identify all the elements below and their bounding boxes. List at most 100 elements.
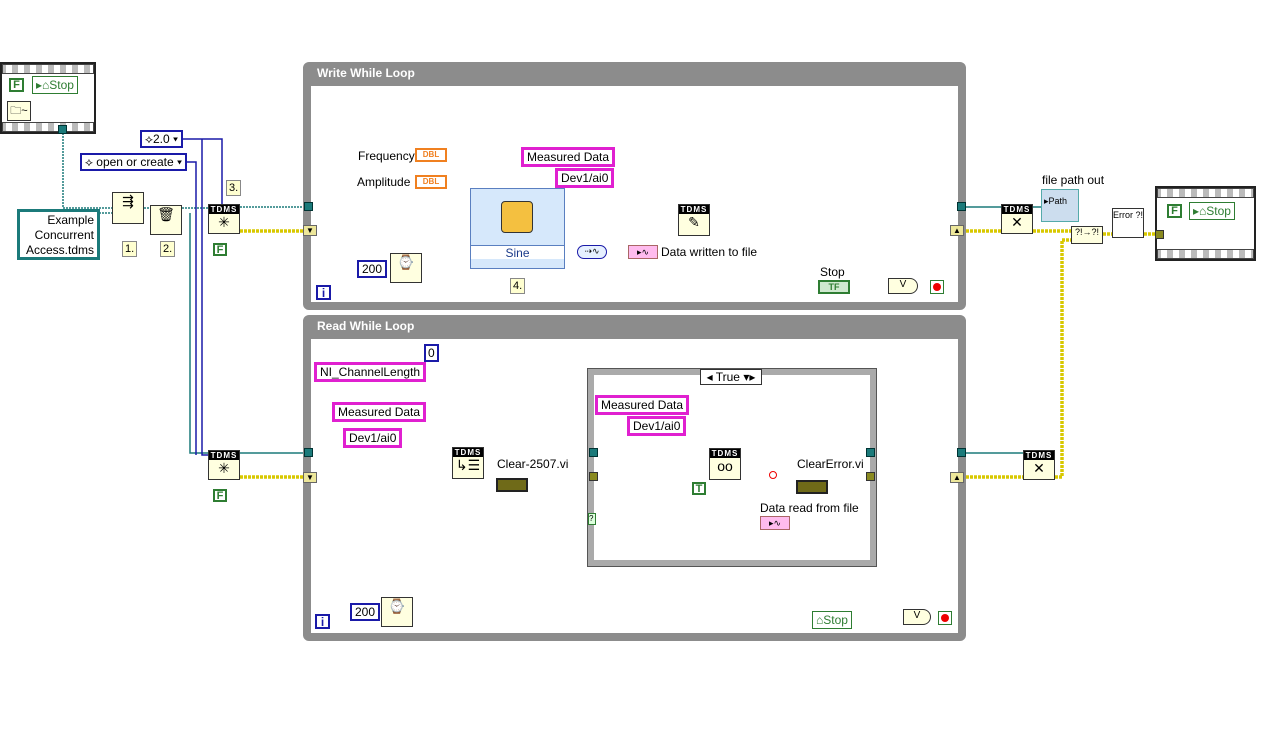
or-function[interactable]: V <box>888 278 918 294</box>
tdms-get-properties-node[interactable]: TDMS ↳☰ <box>452 447 484 479</box>
case-group-name-constant[interactable]: Measured Data <box>595 395 690 415</box>
tdms-header: TDMS <box>710 449 740 458</box>
data-read-label: Data read from file <box>760 501 859 515</box>
group-name-constant[interactable]: Measured Data <box>332 402 427 422</box>
version-wire <box>182 138 223 456</box>
case-tunnel <box>866 448 875 457</box>
channel-name-constant[interactable]: Dev1/ai0 <box>555 168 615 188</box>
loop-tunnel <box>957 202 966 211</box>
case-tunnel <box>589 472 598 481</box>
operation-ring[interactable]: ⟡ open or create ▾ <box>80 153 188 171</box>
sequence-tunnel <box>1155 230 1164 239</box>
convert-dynamic-data-icon[interactable]: ⇢∿ <box>577 245 607 259</box>
stop-local-variable-read[interactable]: ⌂Stop <box>812 611 852 629</box>
case-selector[interactable]: ◂ True ▾▸ <box>700 369 762 385</box>
clear-error-label: ClearError.vi <box>797 457 864 471</box>
operation-value: open or create <box>96 155 174 169</box>
shift-register-left: ▼ <box>303 472 317 483</box>
read-true-constant[interactable]: T <box>692 482 706 495</box>
stop-local-variable[interactable]: ▸⌂Stop <box>32 76 78 94</box>
path-indicator-text: Path <box>1048 196 1068 206</box>
read-loop-title: Read While Loop <box>317 319 415 333</box>
case-tunnel <box>589 448 598 457</box>
shift-register-right: ▲ <box>950 225 964 236</box>
loop-condition-terminal[interactable] <box>930 280 944 294</box>
channel-name-constant[interactable]: Dev1/ai0 <box>343 428 403 448</box>
step-label-3: 3. <box>226 180 242 196</box>
path-wire <box>62 130 303 214</box>
waveform-graph-indicator-read[interactable]: ▸∿ <box>760 516 790 530</box>
step-label-2: 2. <box>160 241 176 257</box>
wait-icon[interactable]: ⌚ <box>381 597 413 627</box>
step-label-4: 4. <box>510 278 526 294</box>
iteration-terminal-read: i <box>315 614 330 629</box>
loop-tunnel <box>957 448 966 457</box>
coercion-dot <box>769 471 777 479</box>
sequence-structure-end <box>1155 186 1256 261</box>
build-path-node[interactable]: ⇶ <box>112 192 144 224</box>
wait-ms-constant-read[interactable]: 200 <box>350 603 381 621</box>
open-false-constant[interactable]: F <box>213 243 227 256</box>
or-function-read[interactable]: V <box>903 609 931 625</box>
tdms-header: TDMS <box>453 448 483 457</box>
simulate-signal-icon <box>501 201 533 233</box>
file-path-out-indicator[interactable]: ▸Path <box>1041 189 1079 222</box>
shift-register-left: ▼ <box>303 225 317 236</box>
case-channel-name-constant[interactable]: Dev1/ai0 <box>627 416 687 436</box>
sequence-tunnel <box>58 125 67 134</box>
stop-label: Stop <box>820 265 845 279</box>
delete-file-node[interactable]: 🗑 <box>150 205 182 235</box>
tdms-open-node[interactable]: TDMS ✳ <box>208 204 240 234</box>
tdms-header: TDMS <box>209 451 239 460</box>
tdms-close-node-read[interactable]: TDMS ✕ <box>1023 450 1055 480</box>
wait-ms-constant[interactable]: 200 <box>357 260 388 278</box>
write-loop-title: Write While Loop <box>317 66 415 80</box>
step-label-1: 1. <box>122 241 138 257</box>
case-selector-terminal: ? <box>588 513 596 525</box>
tdms-read-node[interactable]: TDMS oo <box>709 448 741 480</box>
tdms-header: TDMS <box>1024 451 1054 460</box>
version-value: 2.0 <box>152 132 170 146</box>
file-waveform-icon[interactable]: 🗀~ <box>7 101 31 121</box>
simulate-signal-express-vi[interactable]: Sine <box>470 188 565 269</box>
file-path-constant[interactable]: Example Concurrent Access.tdms <box>17 209 100 260</box>
stop-local-variable-end[interactable]: ▸⌂Stop <box>1189 202 1235 220</box>
operation-wire <box>181 161 197 455</box>
clear-2507-label: Clear-2507.vi <box>497 457 569 471</box>
stop-button-control[interactable]: TF <box>818 280 850 294</box>
case-tunnel <box>866 472 875 481</box>
express-vi-mode: Sine <box>471 245 564 260</box>
sequence-structure-init <box>0 62 96 134</box>
simple-error-handler[interactable]: Error ?! <box>1112 208 1144 238</box>
false-constant[interactable]: F <box>9 78 24 92</box>
false-constant-end[interactable]: F <box>1167 204 1182 218</box>
frequency-label: Frequency <box>358 149 415 163</box>
waveform-graph-indicator[interactable]: ▸∿ <box>628 245 658 259</box>
stop-local-label: Stop <box>823 613 848 627</box>
loop-condition-terminal-read[interactable] <box>938 611 952 625</box>
offset-constant[interactable]: 0 <box>424 344 439 362</box>
tdms-header: TDMS <box>1002 205 1032 214</box>
wait-icon[interactable]: ⌚ <box>390 253 422 283</box>
open-false-constant-read[interactable]: F <box>213 489 227 502</box>
tdms-header: TDMS <box>209 205 239 214</box>
tdms-open-node-read[interactable]: TDMS ✳ <box>208 450 240 480</box>
shift-register-right: ▲ <box>950 472 964 483</box>
loop-tunnel <box>304 202 313 211</box>
stop-local-label: Stop <box>1206 204 1231 218</box>
tdms-version-ring[interactable]: ⟡2.0 ▾ <box>140 130 183 148</box>
amplitude-control[interactable]: DBL <box>415 175 447 189</box>
merge-errors-node[interactable]: ?!→?! <box>1071 226 1103 244</box>
iteration-terminal: i <box>316 285 331 300</box>
group-name-constant[interactable]: Measured Data <box>521 147 616 167</box>
tdms-write-node[interactable]: TDMS ✎ <box>678 204 710 236</box>
clear-2507-node[interactable] <box>496 478 528 492</box>
amplitude-label: Amplitude <box>357 175 411 189</box>
property-name-constant[interactable]: NI_ChannelLength <box>314 362 427 382</box>
clear-error-node[interactable] <box>796 480 828 494</box>
block-diagram: F ▸⌂Stop 🗀~ ⟡2.0 ▾ ⟡ open or create ▾ Ex… <box>0 0 1267 741</box>
frequency-control[interactable]: DBL <box>415 148 447 162</box>
data-written-label: Data written to file <box>661 245 758 259</box>
case-selector-value: True <box>715 370 740 384</box>
tdms-close-node[interactable]: TDMS ✕ <box>1001 204 1033 234</box>
